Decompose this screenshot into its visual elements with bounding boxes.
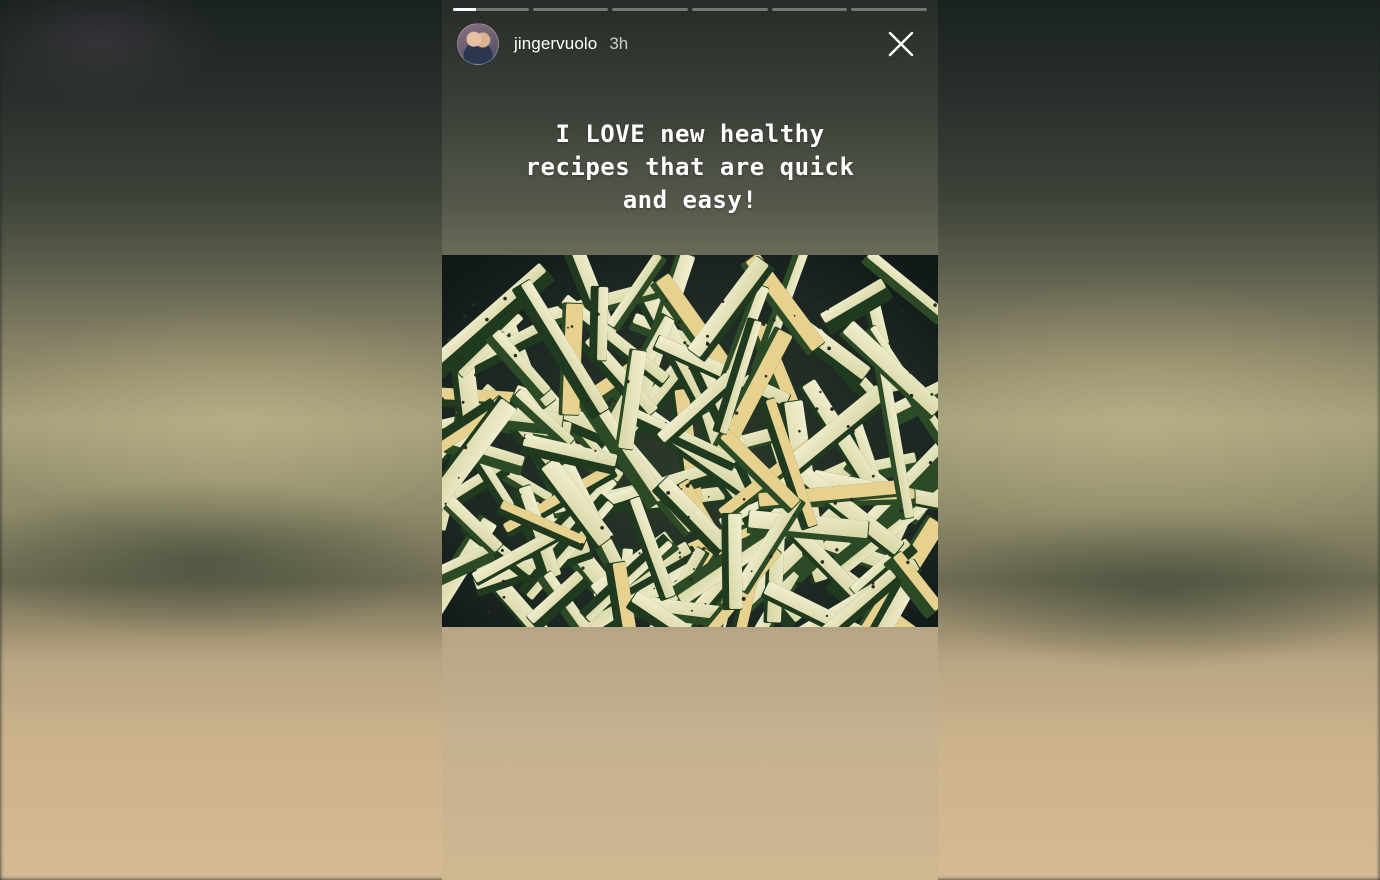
progress-segment [771,8,848,11]
username[interactable]: jingervuolo [514,34,597,54]
story-viewer[interactable]: jingervuolo 3h I LOVE new healthy recipe… [442,0,938,880]
progress-segment [532,8,609,11]
close-button[interactable] [886,29,916,59]
progress-segment [851,8,928,11]
story-progress-bar [453,8,928,11]
progress-segment [453,8,529,11]
story-header: jingervuolo 3h [457,22,926,66]
story-background-lower [442,627,938,880]
profile-avatar[interactable] [457,23,499,65]
progress-segment [612,8,689,11]
progress-segment [692,8,768,11]
story-caption: I LOVE new healthy recipes that are quic… [525,120,855,214]
story-photo [442,255,938,627]
story-timestamp: 3h [609,34,629,53]
close-icon [888,31,914,57]
